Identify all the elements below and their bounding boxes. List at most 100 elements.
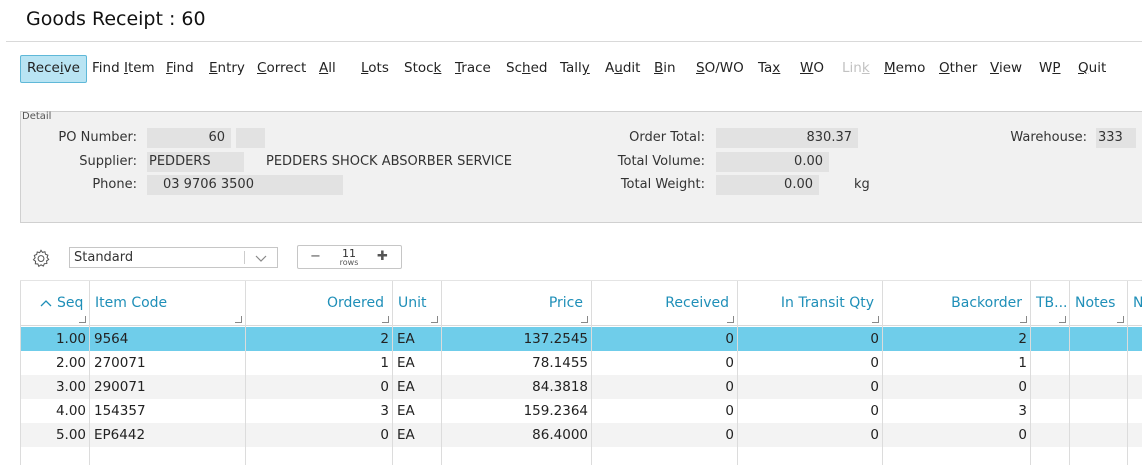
column-header-backorder[interactable]: Backorder [883, 281, 1031, 326]
cell-backorder[interactable]: 1 [883, 351, 1031, 375]
cell-ordered[interactable]: 2 [246, 327, 393, 351]
toolbar-trace-button[interactable]: Trace [455, 55, 491, 83]
cell-empty[interactable] [1128, 399, 1142, 423]
cell-backorder[interactable]: 0 [883, 423, 1031, 447]
column-header-unit[interactable]: Unit [393, 281, 442, 326]
column-header-tb-[interactable]: TB... [1031, 281, 1070, 326]
supplier-code-field[interactable]: PEDDERS [147, 152, 244, 172]
view-select[interactable]: Standard [69, 247, 278, 268]
po-number-extra-field[interactable] [236, 128, 265, 148]
column-resize-grip[interactable] [235, 316, 242, 323]
column-header-item-code[interactable]: Item Code [90, 281, 246, 326]
toolbar-find-item-button[interactable]: Find Item [92, 55, 155, 83]
toolbar-sched-button[interactable]: Sched [506, 55, 547, 83]
cell-empty[interactable] [1128, 351, 1142, 375]
cell-backorder[interactable]: 0 [883, 375, 1031, 399]
phone-field[interactable]: 03 9706 3500 [147, 175, 343, 195]
toolbar-all-button[interactable]: All [319, 55, 336, 83]
column-resize-grip[interactable] [431, 316, 438, 323]
cell-backorder[interactable]: 3 [883, 399, 1031, 423]
cell-transit[interactable]: 0 [738, 399, 883, 423]
column-header-received[interactable]: Received [592, 281, 738, 326]
cell-ordered[interactable]: 3 [246, 399, 393, 423]
cell-empty[interactable] [1031, 351, 1070, 375]
cell-empty[interactable] [1070, 351, 1128, 375]
toolbar-tally-button[interactable]: Tally [560, 55, 590, 83]
cell-item[interactable]: 9564 [90, 327, 246, 351]
cell-item[interactable]: 270071 [90, 351, 246, 375]
cell-empty[interactable] [1128, 327, 1142, 351]
cell-empty[interactable] [1031, 327, 1070, 351]
column-resize-grip[interactable] [382, 316, 389, 323]
toolbar-audit-button[interactable]: Audit [605, 55, 640, 83]
column-header-seq[interactable]: Seq [20, 281, 90, 326]
column-header-n[interactable]: N [1128, 281, 1142, 326]
toolbar-wo-button[interactable]: WO [800, 55, 824, 83]
toolbar-receive-button[interactable]: Receive [20, 55, 87, 83]
cell-seq[interactable]: 2.00 [20, 351, 90, 375]
column-header-notes[interactable]: Notes [1070, 281, 1128, 326]
minus-icon[interactable]: − [310, 249, 321, 265]
cell-item[interactable]: 154357 [90, 399, 246, 423]
cell-item[interactable]: EP6442 [90, 423, 246, 447]
column-resize-grip[interactable] [1059, 316, 1066, 323]
cell-empty[interactable] [1128, 375, 1142, 399]
cell-unit[interactable]: EA [393, 327, 442, 351]
cell-seq[interactable]: 1.00 [20, 327, 90, 351]
column-resize-grip[interactable] [727, 316, 734, 323]
cell-ordered[interactable]: 1 [246, 351, 393, 375]
cell-transit[interactable]: 0 [738, 375, 883, 399]
cell-empty[interactable] [1070, 423, 1128, 447]
toolbar-lots-button[interactable]: Lots [361, 55, 389, 83]
cell-seq[interactable]: 4.00 [20, 399, 90, 423]
cell-empty[interactable] [1070, 375, 1128, 399]
toolbar-memo-button[interactable]: Memo [884, 55, 925, 83]
cell-unit[interactable]: EA [393, 399, 442, 423]
po-number-field[interactable]: 60 [147, 128, 231, 148]
column-resize-grip[interactable] [1117, 316, 1124, 323]
cell-transit[interactable]: 0 [738, 351, 883, 375]
cell-received[interactable]: 0 [592, 327, 738, 351]
cell-empty[interactable] [1128, 423, 1142, 447]
table-row[interactable]: 2.00 270071 1 EA 78.1455 0 0 1 [20, 351, 1142, 375]
plus-icon[interactable]: ✚ [377, 249, 388, 265]
toolbar-entry-button[interactable]: Entry [209, 55, 245, 83]
cell-empty[interactable] [1070, 327, 1128, 351]
cell-empty[interactable] [1070, 399, 1128, 423]
toolbar-other-button[interactable]: Other [939, 55, 977, 83]
cell-unit[interactable]: EA [393, 423, 442, 447]
table-row[interactable]: 4.00 154357 3 EA 159.2364 0 0 3 [20, 399, 1142, 423]
cell-received[interactable]: 0 [592, 399, 738, 423]
cell-empty[interactable] [1031, 399, 1070, 423]
column-resize-grip[interactable] [79, 316, 86, 323]
column-resize-grip[interactable] [581, 316, 588, 323]
toolbar-bin-button[interactable]: Bin [654, 55, 676, 83]
cell-unit[interactable]: EA [393, 375, 442, 399]
cell-price[interactable]: 78.1455 [442, 351, 592, 375]
cell-ordered[interactable]: 0 [246, 423, 393, 447]
cell-ordered[interactable]: 0 [246, 375, 393, 399]
warehouse-field[interactable]: 333 [1096, 128, 1136, 148]
toolbar-correct-button[interactable]: Correct [257, 55, 306, 83]
column-header-price[interactable]: Price [442, 281, 592, 326]
toolbar-tax-button[interactable]: Tax [758, 55, 780, 83]
cell-empty[interactable] [1031, 423, 1070, 447]
column-resize-grip[interactable] [872, 316, 879, 323]
toolbar-quit-button[interactable]: Quit [1078, 55, 1106, 83]
cell-price[interactable]: 159.2364 [442, 399, 592, 423]
cell-received[interactable]: 0 [592, 375, 738, 399]
cell-item[interactable]: 290071 [90, 375, 246, 399]
table-row[interactable]: 5.00 EP6442 0 EA 86.4000 0 0 0 [20, 423, 1142, 447]
cell-received[interactable]: 0 [592, 423, 738, 447]
toolbar-wp-button[interactable]: WP [1039, 55, 1061, 83]
toolbar-find-button[interactable]: Find [166, 55, 194, 83]
cell-transit[interactable]: 0 [738, 327, 883, 351]
cell-seq[interactable]: 5.00 [20, 423, 90, 447]
cell-backorder[interactable]: 2 [883, 327, 1031, 351]
cell-price[interactable]: 137.2545 [442, 327, 592, 351]
cell-received[interactable]: 0 [592, 351, 738, 375]
cell-transit[interactable]: 0 [738, 423, 883, 447]
cell-price[interactable]: 86.4000 [442, 423, 592, 447]
column-header-in-transit-qty[interactable]: In Transit Qty [738, 281, 883, 326]
toolbar-stock-button[interactable]: Stock [404, 55, 441, 83]
